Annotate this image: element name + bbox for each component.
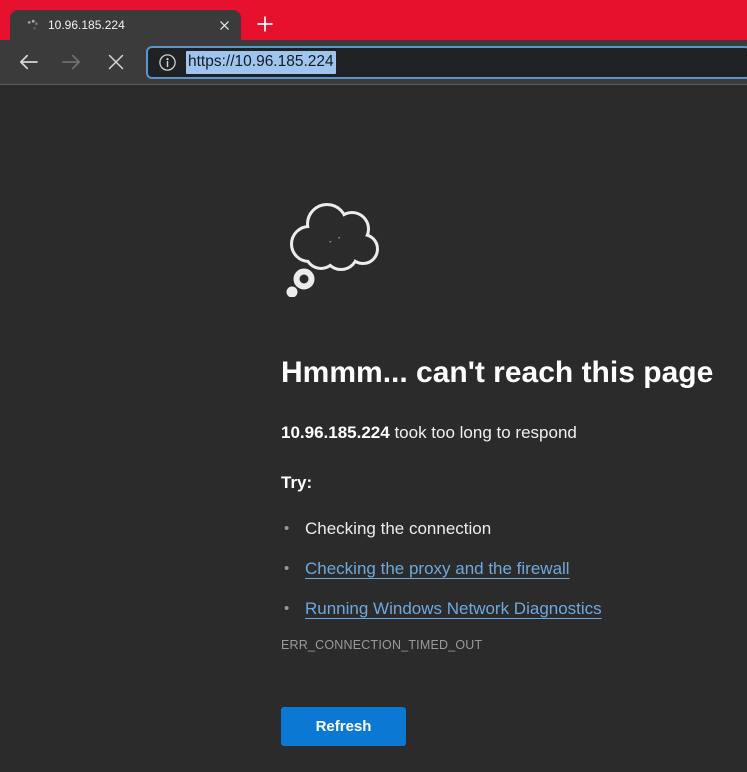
loading-spinner-icon: [26, 19, 39, 32]
error-code: ERR_CONNECTION_TIMED_OUT: [281, 638, 721, 653]
proxy-firewall-link[interactable]: Checking the proxy and the firewall: [305, 559, 570, 578]
error-host: 10.96.185.224: [281, 423, 390, 442]
tab-strip: 10.96.185.224: [0, 0, 747, 40]
error-page: Hmmm... can't reach this page 10.96.185.…: [0, 85, 747, 772]
site-info-icon[interactable]: [158, 53, 177, 72]
forward-icon[interactable]: [56, 46, 88, 78]
new-tab-icon[interactable]: [252, 11, 278, 37]
suggestion-text: Checking the connection: [305, 519, 491, 538]
refresh-button[interactable]: Refresh: [281, 707, 406, 746]
error-title: Hmmm... can't reach this page: [281, 354, 721, 392]
stop-loading-icon[interactable]: [100, 46, 132, 78]
list-item: Running Windows Network Diagnostics: [281, 598, 721, 620]
tab-close-icon[interactable]: [214, 15, 234, 35]
browser-tab[interactable]: 10.96.185.224: [10, 10, 241, 40]
navigation-toolbar: https://10.96.185.224: [0, 40, 747, 85]
network-diagnostics-link[interactable]: Running Windows Network Diagnostics: [305, 599, 602, 618]
error-message-suffix: took too long to respond: [390, 423, 577, 442]
url-input[interactable]: https://10.96.185.224: [186, 51, 336, 74]
error-message: 10.96.185.224 took too long to respond: [281, 422, 721, 444]
list-item: Checking the connection: [281, 518, 721, 540]
suggestion-list: Checking the connection Checking the pro…: [281, 518, 721, 620]
back-icon[interactable]: [12, 46, 44, 78]
list-item: Checking the proxy and the firewall: [281, 558, 721, 580]
tab-title: 10.96.185.224: [48, 18, 214, 32]
try-label: Try:: [281, 472, 721, 494]
address-bar[interactable]: https://10.96.185.224: [146, 46, 747, 79]
browser-window: 10.96.185.224: [0, 0, 747, 772]
thought-cloud-icon: [281, 197, 381, 297]
